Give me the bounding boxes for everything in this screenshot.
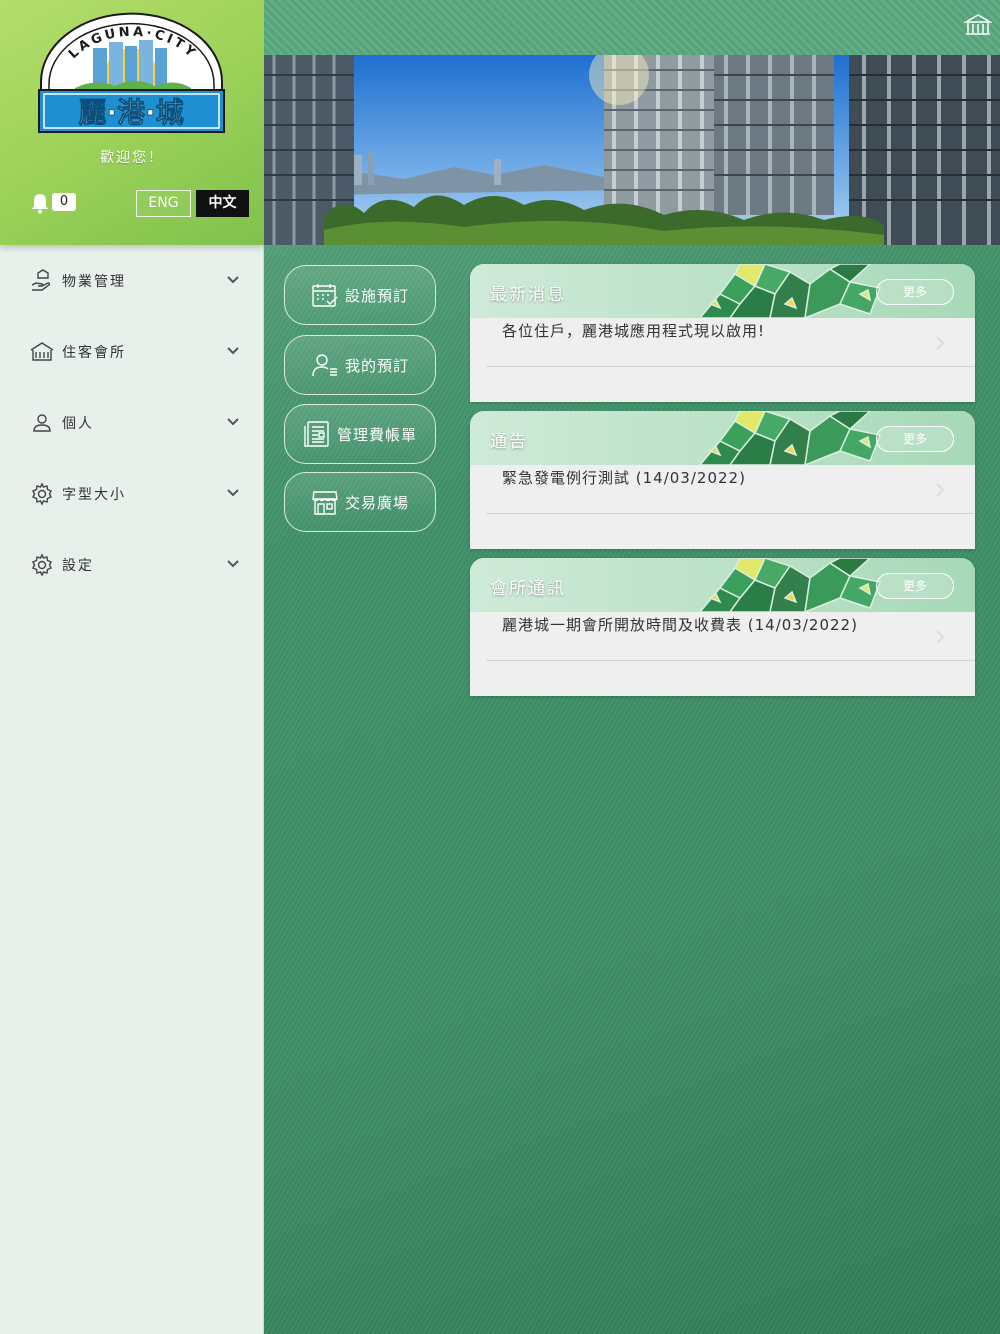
bill-icon	[304, 421, 329, 447]
card-header: 最新消息 更多	[470, 264, 975, 318]
sidebar-item-property-management[interactable]: 物業管理	[0, 245, 264, 316]
quick-action-label: 我的預訂	[345, 356, 410, 375]
calendar-icon	[312, 284, 338, 307]
bell-icon[interactable]	[30, 192, 50, 214]
sidebar-item-font-size[interactable]: 字型大小	[0, 458, 264, 529]
clubhouse-icon	[30, 341, 54, 361]
person-icon	[33, 413, 51, 432]
facility-booking-button[interactable]: 設施預訂	[284, 265, 436, 325]
sidebar-menu: 物業管理 住客會所 個人 字型大小 設定	[0, 245, 264, 600]
top-bar	[264, 0, 1000, 55]
sidebar-item-clubhouse[interactable]: 住客會所	[0, 316, 264, 387]
sidebar-item-label: 字型大小	[62, 486, 126, 503]
sidebar-item-label: 住客會所	[62, 344, 126, 361]
my-booking-button[interactable]: 我的預訂	[284, 335, 436, 395]
card-title: 通告	[490, 432, 528, 452]
news-item[interactable]: 各位住戶，麗港城應用程式現以啟用!	[502, 318, 942, 366]
lang-eng-button[interactable]: ENG	[136, 190, 191, 217]
divider	[486, 366, 975, 367]
person-list-icon	[312, 354, 337, 377]
clubhouse-newsletter-card: 會所通訊 更多 麗港城一期會所開放時間及收費表 (14/03/2022)	[470, 558, 975, 696]
hand-house-icon	[31, 268, 51, 291]
clubhouse-home-icon[interactable]	[964, 13, 992, 37]
welcome-text: 歡迎您！	[100, 150, 164, 166]
gear-icon	[32, 552, 52, 577]
quick-action-label: 交易廣場	[345, 493, 410, 512]
store-icon	[312, 491, 338, 515]
gear-icon	[32, 481, 52, 506]
mosaic-decoration	[699, 264, 882, 318]
main-content: 設施預訂 我的預訂 管理費帳單 交易廣場 最新消息 更多 各位住戶，麗港城應用程…	[264, 0, 1000, 1334]
chevron-right-icon	[936, 630, 945, 644]
sidebar-item-personal[interactable]: 個人	[0, 387, 264, 458]
chevron-right-icon	[936, 483, 945, 497]
notice-card: 通告 更多 緊急發電例行測試 (14/03/2022)	[470, 411, 975, 549]
mosaic-decoration	[699, 558, 882, 612]
card-title: 最新消息	[490, 285, 566, 305]
sidebar-header: 麗·港·城 LAGUNA·CITY 歡迎您！ 0 ENG 中文	[0, 0, 264, 245]
more-button[interactable]: 更多	[876, 573, 954, 599]
latest-news-card: 最新消息 更多 各位住戶，麗港城應用程式現以啟用!	[470, 264, 975, 402]
notification-badge: 0	[52, 193, 76, 211]
sidebar: 麗·港·城 LAGUNA·CITY 歡迎您！ 0 ENG 中文 物業管理 住客會…	[0, 0, 264, 1334]
chevron-down-icon	[227, 560, 239, 568]
lang-zh-button[interactable]: 中文	[196, 190, 249, 217]
divider	[486, 660, 975, 661]
sidebar-item-label: 物業管理	[62, 273, 126, 290]
card-title: 會所通訊	[490, 579, 566, 599]
sidebar-item-label: 設定	[62, 557, 94, 574]
divider	[486, 513, 975, 514]
sidebar-item-settings[interactable]: 設定	[0, 529, 264, 600]
chevron-down-icon	[227, 418, 239, 426]
chevron-down-icon	[227, 489, 239, 497]
chevron-down-icon	[227, 276, 239, 284]
card-header: 會所通訊 更多	[470, 558, 975, 612]
management-fee-bill-button[interactable]: 管理費帳單	[284, 404, 436, 464]
quick-action-label: 管理費帳單	[337, 425, 418, 444]
chevron-right-icon	[936, 336, 945, 350]
logo-title: 麗·港·城	[78, 96, 183, 129]
card-header: 通告 更多	[470, 411, 975, 465]
sidebar-item-label: 個人	[62, 415, 94, 432]
newsletter-item[interactable]: 麗港城一期會所開放時間及收費表 (14/03/2022)	[502, 612, 942, 660]
quick-action-label: 設施預訂	[345, 286, 410, 305]
estate-banner-image	[264, 55, 1000, 245]
notice-item[interactable]: 緊急發電例行測試 (14/03/2022)	[502, 465, 942, 513]
marketplace-button[interactable]: 交易廣場	[284, 472, 436, 532]
chevron-down-icon	[227, 347, 239, 355]
laguna-city-logo: 麗·港·城 LAGUNA·CITY	[38, 12, 225, 133]
more-button[interactable]: 更多	[876, 279, 954, 305]
mosaic-decoration	[699, 411, 882, 465]
more-button[interactable]: 更多	[876, 426, 954, 452]
